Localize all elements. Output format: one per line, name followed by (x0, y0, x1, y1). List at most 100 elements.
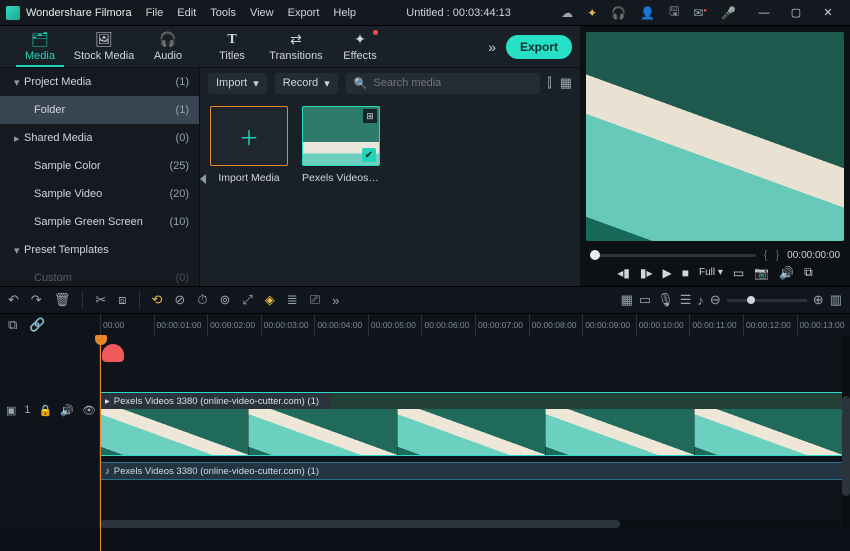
speed-button[interactable]: ⟲ (152, 292, 163, 308)
music-icon[interactable]: ♪ (697, 293, 704, 308)
sidebar-item-sample-video[interactable]: Sample Video(20) (0, 180, 199, 208)
record-button[interactable]: ⊚ (219, 292, 230, 308)
split-button[interactable]: ✂ (95, 292, 106, 308)
sidebar-item-shared-media[interactable]: ▸Shared Media(0) (0, 124, 199, 152)
delete-button[interactable]: 🗑 (54, 292, 71, 308)
display-icon[interactable]: ▭ (733, 266, 744, 280)
sidebar-item-folder[interactable]: Folder(1) (0, 96, 199, 124)
close-button[interactable]: ✕ (812, 0, 844, 26)
next-frame-button[interactable]: ▮▸ (640, 266, 653, 280)
import-thumb[interactable]: ＋ (210, 106, 288, 166)
scrollbar-thumb[interactable] (842, 396, 850, 496)
sidebar-item-project-media[interactable]: ▾Project Media(1) (0, 68, 199, 96)
track-gutter: ▣ 1 🔒 🔊 👁 (0, 336, 100, 528)
minimize-button[interactable]: — (748, 0, 780, 26)
sidebar-item-sample-green-screen[interactable]: Sample Green Screen(10) (0, 208, 199, 236)
search-input[interactable] (373, 77, 531, 89)
user-icon[interactable]: 👤 (640, 6, 655, 20)
visibility-icon[interactable]: 👁 (82, 404, 96, 417)
maximize-button[interactable]: ▢ (780, 0, 812, 26)
timeline-marker-icon[interactable] (102, 344, 124, 362)
video-clip[interactable]: ▸Pexels Videos 3380 (online-video-cutter… (100, 392, 844, 456)
menu-file[interactable]: File (146, 7, 164, 19)
mail-icon[interactable]: ✉● (693, 6, 707, 20)
record-dropdown[interactable]: Record▾ (275, 73, 338, 94)
search-box[interactable]: 🔍 (346, 73, 540, 94)
render-icon[interactable]: ▭ (639, 292, 651, 308)
zoom-fit-button[interactable]: ▥ (830, 292, 842, 308)
keyframe-button[interactable]: ◈ (265, 292, 275, 308)
scrollbar-thumb[interactable] (100, 520, 620, 528)
menu-help[interactable]: Help (333, 7, 356, 19)
tab-audio[interactable]: 🎧Audio (136, 26, 200, 67)
prev-frame-button[interactable]: ◂▮ (617, 266, 630, 280)
import-dropdown[interactable]: Import▾ (208, 73, 267, 94)
save-icon[interactable]: 🖫 (669, 2, 679, 23)
tab-stock-media[interactable]: 🖼Stock Media (72, 26, 136, 67)
match-media-icon[interactable]: ⧉ (8, 317, 17, 333)
tab-effects[interactable]: ✦Effects (328, 26, 392, 67)
track-toggle-icon[interactable]: ▣ (6, 404, 16, 417)
align-button[interactable]: ≣ (287, 292, 298, 308)
scroll-left-icon[interactable] (200, 174, 206, 184)
vertical-scrollbar[interactable] (842, 336, 850, 528)
filter-icon[interactable]: ⫿ (548, 75, 552, 91)
menu-export[interactable]: Export (288, 7, 320, 19)
mask-button[interactable]: ⎚ (310, 292, 320, 308)
tracks-area[interactable]: ▸Pexels Videos 3380 (online-video-cutter… (100, 336, 850, 528)
undo-button[interactable]: ↶ (8, 292, 19, 308)
preview-viewport[interactable] (586, 32, 844, 241)
import-media-cell[interactable]: ＋ Import Media (210, 106, 288, 184)
sidebar-item-custom[interactable]: Custom(0) (0, 264, 199, 286)
audio-clip[interactable]: ♪Pexels Videos 3380 (online-video-cutter… (100, 462, 844, 480)
quality-dropdown[interactable]: Full ▾ (699, 267, 723, 278)
sidebar-count: (20) (169, 188, 189, 200)
mic-icon[interactable]: 🎤 (721, 6, 736, 20)
sidebar-item-preset-templates[interactable]: ▾Preset Templates (0, 236, 199, 264)
seek-track[interactable] (590, 254, 756, 257)
tab-transitions[interactable]: ⇄Transitions (264, 26, 328, 67)
zoom-slider[interactable] (727, 299, 807, 302)
crop-button[interactable]: ⧈ (118, 292, 126, 308)
snapshot-icon[interactable]: 📷 (754, 266, 769, 280)
expand-tabs-icon[interactable]: » (488, 39, 496, 55)
headphones-icon[interactable]: 🎧 (611, 6, 626, 20)
cloud-icon[interactable]: ☁ (561, 6, 573, 20)
lock-icon[interactable]: 🔒 (39, 404, 53, 417)
zoom-out-button[interactable]: ⊖ (710, 292, 721, 308)
sparkle-icon[interactable]: ✦ (587, 6, 597, 20)
menu-view[interactable]: View (250, 7, 274, 19)
marker-icon[interactable]: ▦ (621, 292, 633, 308)
color-button[interactable]: ⊘ (174, 292, 185, 308)
timeline-ruler[interactable]: 00:0000:00:01:0000:00:02:0000:00:03:0000… (100, 314, 850, 336)
horizontal-scrollbar[interactable] (100, 520, 840, 528)
link-icon[interactable]: 🔗 (29, 317, 45, 333)
media-clip-cell[interactable]: ⊞ ✔ Pexels Videos 3… (302, 106, 380, 184)
tab-media[interactable]: 🗂Media (8, 26, 72, 67)
more-tools-icon[interactable]: » (332, 293, 339, 308)
export-button[interactable]: Export (506, 35, 572, 59)
mute-icon[interactable]: 🔊 (60, 404, 74, 417)
menu-tools[interactable]: Tools (210, 7, 236, 19)
pip-icon[interactable]: ⧉ (804, 265, 813, 280)
timeline-toolbar: ↶ ↷ 🗑 ✂ ⧈ ⟲ ⊘ ⏱ ⊚ ⤢ ◈ ≣ ⎚ » ▦ ▭ 🎙 ☰ ♪ ⊖ … (0, 286, 850, 314)
clip-thumb[interactable]: ⊞ ✔ (302, 106, 380, 166)
volume-icon[interactable]: 🔊 (779, 266, 794, 280)
play-button[interactable]: ▶ (663, 266, 672, 280)
playhead[interactable] (100, 336, 101, 551)
duration-button[interactable]: ⏱ (197, 292, 207, 308)
mark-out-icon[interactable]: } (775, 249, 779, 261)
redo-button[interactable]: ↷ (31, 292, 42, 308)
video-track-header[interactable]: ▣ 1 🔒 🔊 👁 (0, 400, 99, 420)
tab-titles[interactable]: TTitles (200, 26, 264, 67)
tab-label: Titles (219, 50, 245, 62)
voiceover-icon[interactable]: 🎙 (657, 292, 674, 308)
mixer-icon[interactable]: ☰ (680, 292, 692, 308)
mark-in-icon[interactable]: { (764, 249, 768, 261)
sidebar-item-sample-color[interactable]: Sample Color(25) (0, 152, 199, 180)
expand-button[interactable]: ⤢ (242, 292, 252, 308)
menu-edit[interactable]: Edit (177, 7, 196, 19)
grid-view-icon[interactable]: ▦ (560, 75, 572, 91)
zoom-in-button[interactable]: ⊕ (813, 292, 824, 308)
stop-button[interactable]: ■ (682, 266, 689, 280)
